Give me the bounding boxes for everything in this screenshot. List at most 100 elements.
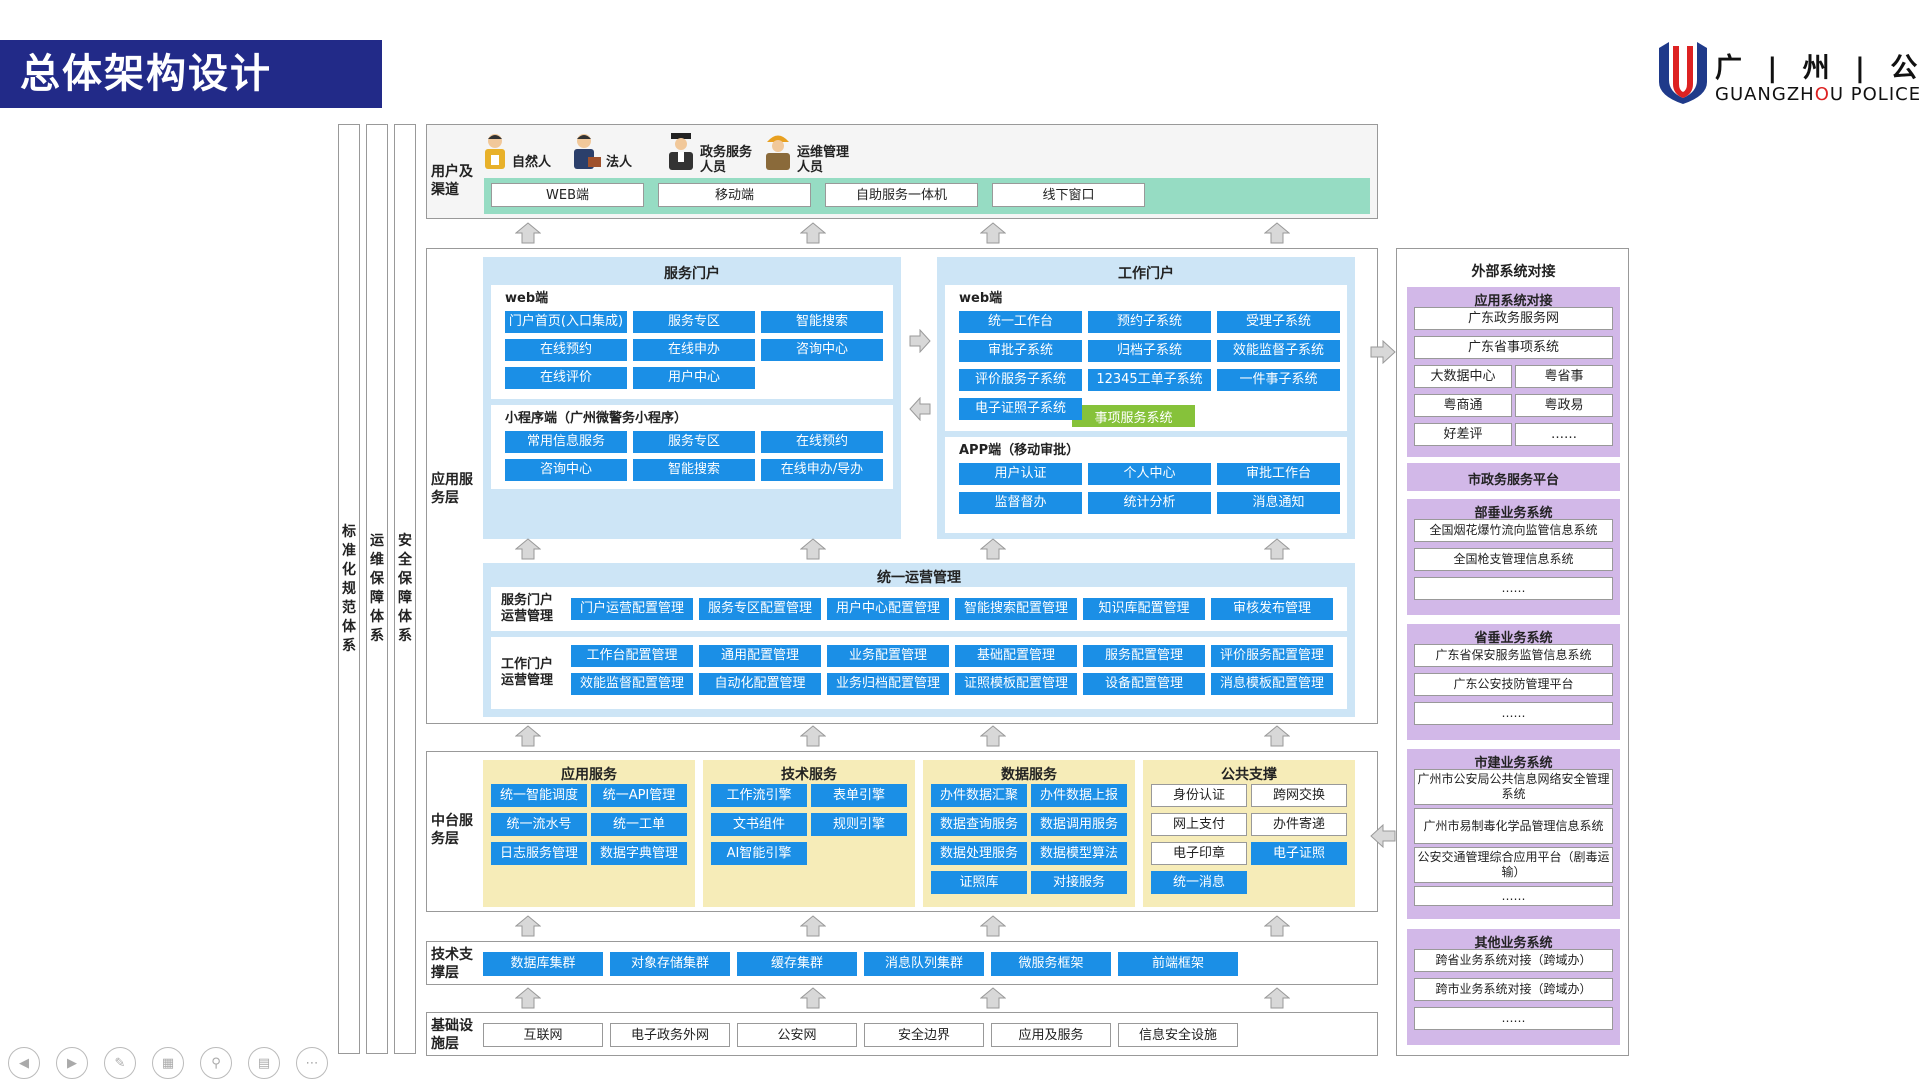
matter-service-system: 事项服务系统 (1072, 405, 1195, 427)
work-web-item: 评价服务子系统 (959, 369, 1082, 391)
ext-ministry-item: 全国烟花爆竹流向监管信息系统 (1414, 519, 1613, 542)
user-layer-label: 用户及渠道 (431, 164, 473, 198)
ops-row1-item: 审核发布管理 (1211, 598, 1333, 620)
ext-app-sys-item: 粤省事 (1515, 365, 1613, 388)
ext-app-sys-item: …… (1515, 423, 1613, 446)
ext-city-platform-title: 市政务服务平台 (1467, 473, 1559, 488)
service-web-item: 智能搜索 (761, 311, 883, 333)
ext-other-item: …… (1414, 1007, 1613, 1030)
middle-item: 统一工单 (591, 813, 687, 836)
ext-app-sys-item: 广东政务服务网 (1414, 307, 1613, 330)
ext-province-item: …… (1414, 702, 1613, 725)
middle-item: 电子印章 (1151, 842, 1247, 865)
arrow-up-icon (980, 915, 1006, 937)
person-icon (485, 134, 505, 169)
zoom-icon[interactable]: ⚲ (200, 1047, 232, 1079)
middle-group: 数据服务 办件数据汇聚 办件数据上报 数据查询服务 数据调用服务 数据处理服务 数据模型算法… (923, 760, 1135, 907)
middle-item: 办件数据汇聚 (931, 784, 1027, 807)
service-web-item: 在线预约 (505, 339, 627, 361)
arrow-up-icon (980, 725, 1006, 747)
tech-item: 前端框架 (1118, 952, 1238, 976)
arrow-left-icon (1370, 824, 1396, 848)
service-web-item: 咨询中心 (761, 339, 883, 361)
legal-person-icon (574, 134, 601, 169)
side-col-standard: 标准化规范体系 (338, 124, 360, 1054)
arrow-right-icon (1370, 340, 1396, 364)
logo-text-cn: 广 | 州 | 公 | 安 (1715, 53, 1920, 84)
middle-item: 跨网交换 (1251, 784, 1347, 807)
side-col-security-label: 安全保障体系 (398, 533, 412, 644)
arrow-up-icon (515, 538, 541, 560)
middle-item: 数据字典管理 (591, 842, 687, 865)
ext-other: 其他业务系统 跨省业务系统对接（跨域办） 跨市业务系统对接（跨域办） …… (1407, 929, 1620, 1045)
ext-province-title: 省垂业务系统 (1474, 631, 1553, 646)
channel-web: WEB端 (491, 183, 644, 207)
arrow-up-icon (800, 538, 826, 560)
prev-slide-icon[interactable]: ◀ (8, 1047, 40, 1079)
slides-grid-icon[interactable]: ▦ (152, 1047, 184, 1079)
arrow-up-icon (800, 987, 826, 1009)
arrow-up-icon (980, 538, 1006, 560)
ops-row2-item: 服务配置管理 (1083, 645, 1205, 667)
middle-group: 技术服务 工作流引擎 表单引擎 文书组件 规则引擎 AI智能引擎 (703, 760, 915, 907)
ext-city-item: 广州市公安局公共信息网络安全管理系统 (1414, 769, 1613, 805)
ops-row1-item: 服务专区配置管理 (699, 598, 821, 620)
ops-row2-item: 基础配置管理 (955, 645, 1077, 667)
middle-item: 数据处理服务 (931, 842, 1027, 865)
ext-province-item: 广东省保安服务监管信息系统 (1414, 644, 1613, 667)
ops-row2-item: 自动化配置管理 (699, 673, 821, 695)
work-app-title: APP端（移动审批） (959, 443, 1080, 458)
work-web-item: 审批子系统 (959, 340, 1082, 362)
middle-item: 身份认证 (1151, 784, 1247, 807)
ext-app-sys-item: 大数据中心 (1414, 365, 1512, 388)
next-slide-icon[interactable]: ▶ (56, 1047, 88, 1079)
side-col-ops: 运维保障体系 (366, 124, 388, 1054)
ops-row2-label: 工作门户运营管理 (501, 657, 554, 688)
ext-other-item: 跨省业务系统对接（跨域办） (1414, 949, 1613, 972)
ops-row1-item: 智能搜索配置管理 (955, 598, 1077, 620)
channel-mobile: 移动端 (658, 183, 811, 207)
middle-item: 办件数据上报 (1031, 784, 1127, 807)
more-icon[interactable]: ⋯ (296, 1047, 328, 1079)
work-portal-app: APP端（移动审批） 用户认证 个人中心 审批工作台 监督督办 统计分析 消息通知 (945, 437, 1347, 533)
arrow-up-icon (1264, 915, 1290, 937)
service-portal-web: web端 门户首页(入口集成) 服务专区 智能搜索 在线预约 在线申办 咨询中心 在线评价用… (491, 285, 893, 399)
subtitle-icon[interactable]: ▤ (248, 1047, 280, 1079)
work-portal-web: web端 事项服务系统 统一工作台 预约子系统 受理子系统 审批子系统 归档子系统 效能监… (945, 285, 1347, 431)
arrow-up-icon (1264, 538, 1290, 560)
ops-row2-item: 评价服务配置管理 (1211, 645, 1333, 667)
middle-group: 应用服务 统一智能调度 统一API管理 统一流水号 统一工单 日志服务管理 数据字典管理 (483, 760, 695, 907)
ext-province: 省垂业务系统 广东省保安服务监管信息系统 广东公安技防管理平台 …… (1407, 624, 1620, 740)
ext-app-sys-item: 广东省事项系统 (1414, 336, 1613, 359)
external-systems: 外部系统对接 应用系统对接 广东政务服务网 广东省事项系统 大数据中心 粤省事 粤商通 粤政… (1396, 248, 1629, 1056)
infra-item: 信息安全设施 (1118, 1023, 1238, 1047)
service-mini-item: 在线预约 (761, 431, 883, 453)
ext-app-sys-item: 好差评 (1414, 423, 1512, 446)
service-mini-item: 在线申办/导办 (761, 459, 883, 481)
app-layer-label: 应用服务层 (431, 472, 473, 506)
ext-city: 市建业务系统 广州市公安局公共信息网络安全管理系统 广州市易制毒化学品管理信息系统公… (1407, 749, 1620, 919)
service-web-item: 门户首页(入口集成) (505, 311, 627, 333)
ext-province-item: 广东公安技防管理平台 (1414, 673, 1613, 696)
work-app-item: 监督督办 (959, 492, 1082, 514)
work-web-item: 电子证照子系统 (959, 398, 1082, 420)
service-web-item: 服务专区 (633, 311, 755, 333)
work-web-item: 统一工作台 (959, 311, 1082, 333)
service-mini-title: 小程序端（广州微警务小程序） (505, 411, 688, 426)
infra-item: 互联网 (483, 1023, 603, 1047)
tech-item: 缓存集群 (737, 952, 857, 976)
ops-row2-item: 消息模板配置管理 (1211, 673, 1333, 695)
side-col-ops-label: 运维保障体系 (370, 533, 384, 644)
logo-text-en: GUANGZHOU POLICE (1715, 84, 1920, 105)
arrow-up-icon (515, 725, 541, 747)
service-web-title: web端 (505, 291, 549, 306)
ext-app-sys-item: 粤政易 (1515, 394, 1613, 417)
ops-row1-item: 知识库配置管理 (1083, 598, 1205, 620)
service-mini-item: 智能搜索 (633, 459, 755, 481)
arrow-up-icon (1264, 725, 1290, 747)
work-web-item: 12345工单子系统 (1088, 369, 1211, 391)
ext-city-item: 公安交通管理综合应用平台（剧毒运输） (1414, 847, 1613, 883)
pen-icon[interactable]: ✎ (104, 1047, 136, 1079)
arrow-up-icon (800, 222, 826, 244)
middle-layer: 中台服务层 应用服务 统一智能调度 统一API管理 统一流水号 统一工单 日志服务管理 数据… (426, 751, 1378, 912)
